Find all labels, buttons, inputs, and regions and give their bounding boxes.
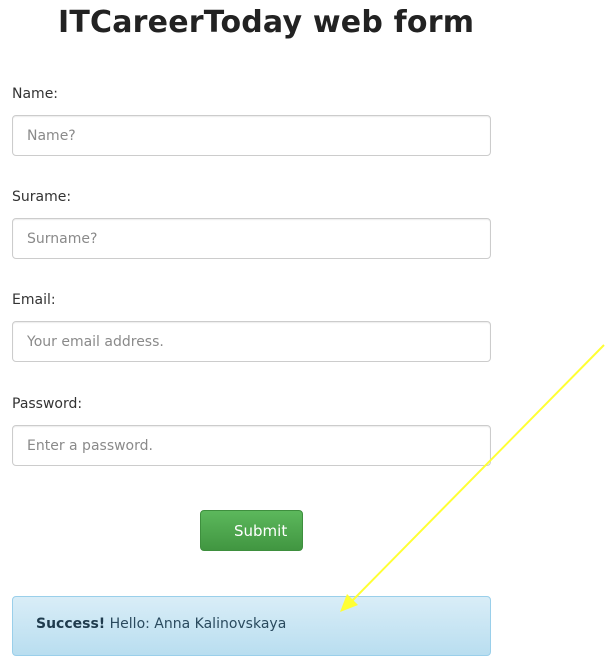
annotation-arrow-line: [349, 344, 605, 604]
surname-input[interactable]: [12, 218, 491, 259]
submit-button[interactable]: Submit: [200, 510, 303, 551]
success-alert: Success! Hello: Anna Kalinovskaya: [12, 596, 491, 656]
email-input[interactable]: [12, 321, 491, 362]
alert-strong-text: Success!: [36, 616, 106, 632]
surname-label: Surame:: [12, 189, 72, 205]
alert-message: Hello: Anna Kalinovskaya: [109, 616, 287, 632]
name-label: Name:: [12, 86, 59, 102]
name-input[interactable]: [12, 115, 491, 156]
password-input[interactable]: [12, 425, 491, 466]
page-title: ITCareerToday web form: [58, 5, 475, 40]
email-label: Email:: [12, 292, 56, 308]
password-label: Password:: [12, 396, 83, 412]
